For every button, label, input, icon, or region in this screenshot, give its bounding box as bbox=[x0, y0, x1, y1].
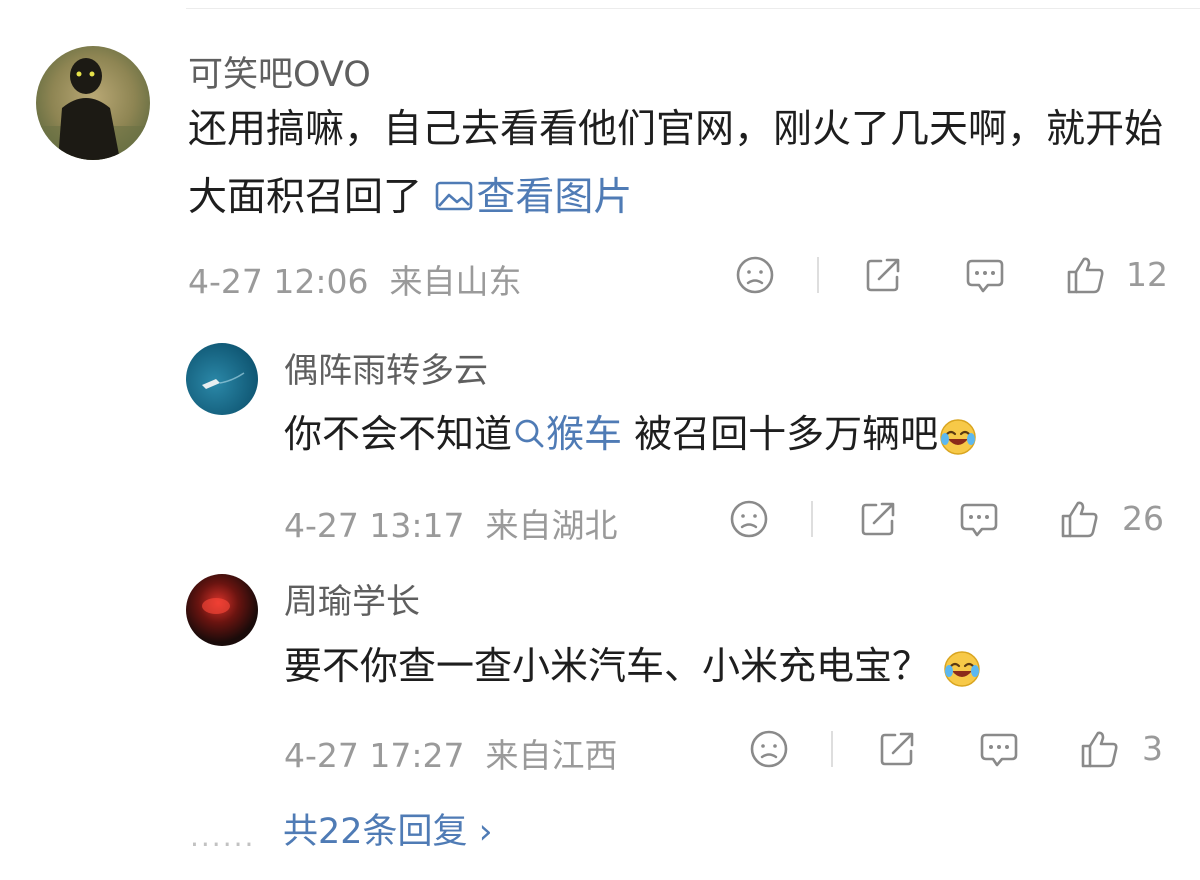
top-divider bbox=[186, 8, 1200, 9]
like-count: 26 bbox=[1122, 499, 1164, 538]
share-button[interactable] bbox=[861, 253, 905, 297]
reply-time: 4-27 13:17 bbox=[284, 506, 465, 545]
comment-text: 还用搞嘛，自己去看看他们官网，刚火了几天啊，就开始大面积召回了 查看图片 bbox=[188, 96, 1178, 232]
like-count: 12 bbox=[1126, 255, 1168, 294]
comment-time: 4-27 12:06 bbox=[188, 262, 369, 301]
reply-location: 来自江西 bbox=[485, 736, 618, 775]
comment-username[interactable]: 可笑吧OVO bbox=[188, 46, 371, 97]
more-replies-link[interactable]: 共22条回复 › bbox=[283, 803, 493, 854]
action-divider bbox=[831, 731, 833, 767]
reply-meta: 4-27 17:27 来自江西 bbox=[284, 729, 617, 777]
like-button[interactable] bbox=[1058, 497, 1102, 541]
reply-username[interactable]: 偶阵雨转多云 bbox=[284, 343, 488, 392]
reply-text-body: 要不你查一查小米汽车、小米充电宝？ bbox=[284, 644, 931, 688]
share-button[interactable] bbox=[856, 497, 900, 541]
sad-face-icon bbox=[730, 500, 768, 538]
search-icon bbox=[515, 419, 544, 448]
thumbs-up-icon bbox=[1067, 257, 1104, 294]
view-image-link[interactable]: 查看图片 bbox=[434, 175, 632, 220]
comment-icon bbox=[966, 259, 1004, 293]
comment-button[interactable] bbox=[977, 727, 1021, 771]
avatar[interactable] bbox=[36, 46, 150, 160]
dislike-button[interactable] bbox=[727, 497, 771, 541]
like-button[interactable] bbox=[1078, 727, 1122, 771]
reply-text-tail: 被召回十多万辆吧 bbox=[622, 412, 939, 456]
comment-location: 来自山东 bbox=[389, 262, 522, 301]
comment-meta: 4-27 12:06 来自山东 bbox=[188, 255, 521, 303]
thumbs-up-icon bbox=[1061, 501, 1098, 538]
comment-icon bbox=[980, 733, 1018, 767]
laugh-cry-emoji-icon bbox=[944, 650, 980, 687]
more-replies-dots: ...... bbox=[190, 820, 256, 853]
sad-face-icon bbox=[736, 256, 774, 294]
dislike-button[interactable] bbox=[747, 727, 791, 771]
image-icon bbox=[436, 181, 473, 211]
search-topic-label: 猴车 bbox=[546, 412, 623, 456]
comment-button[interactable] bbox=[963, 253, 1007, 297]
reply-meta: 4-27 13:17 来自湖北 bbox=[284, 499, 617, 547]
share-icon bbox=[880, 732, 914, 766]
reply-text: 要不你查一查小米汽车、小米充电宝？ bbox=[284, 632, 1174, 700]
reply-time: 4-27 17:27 bbox=[284, 736, 465, 775]
action-divider bbox=[811, 501, 813, 537]
share-button[interactable] bbox=[875, 727, 919, 771]
reply-location: 来自湖北 bbox=[485, 506, 618, 545]
comment-button[interactable] bbox=[957, 497, 1001, 541]
reply-text: 你不会不知道 猴车 被召回十多万辆吧 bbox=[284, 400, 1174, 468]
laugh-cry-emoji-icon bbox=[940, 418, 976, 455]
search-topic-link[interactable]: 猴车 bbox=[512, 412, 622, 456]
like-button[interactable] bbox=[1064, 253, 1108, 297]
sad-face-icon bbox=[750, 730, 788, 768]
dislike-button[interactable] bbox=[733, 253, 777, 297]
thumbs-up-icon bbox=[1081, 731, 1118, 768]
reply-username[interactable]: 周瑜学长 bbox=[284, 574, 420, 623]
avatar[interactable] bbox=[186, 574, 258, 646]
like-count: 3 bbox=[1142, 729, 1163, 768]
reply-text-body: 你不会不知道 bbox=[284, 412, 513, 456]
share-icon bbox=[866, 258, 900, 292]
comment-text-body: 还用搞嘛，自己去看看他们官网，刚火了几天啊，就开始大面积召回了 bbox=[188, 107, 1164, 220]
action-divider bbox=[817, 257, 819, 293]
view-image-label: 查看图片 bbox=[476, 175, 633, 220]
comment-icon bbox=[960, 503, 998, 537]
share-icon bbox=[861, 502, 895, 536]
avatar[interactable] bbox=[186, 343, 258, 415]
